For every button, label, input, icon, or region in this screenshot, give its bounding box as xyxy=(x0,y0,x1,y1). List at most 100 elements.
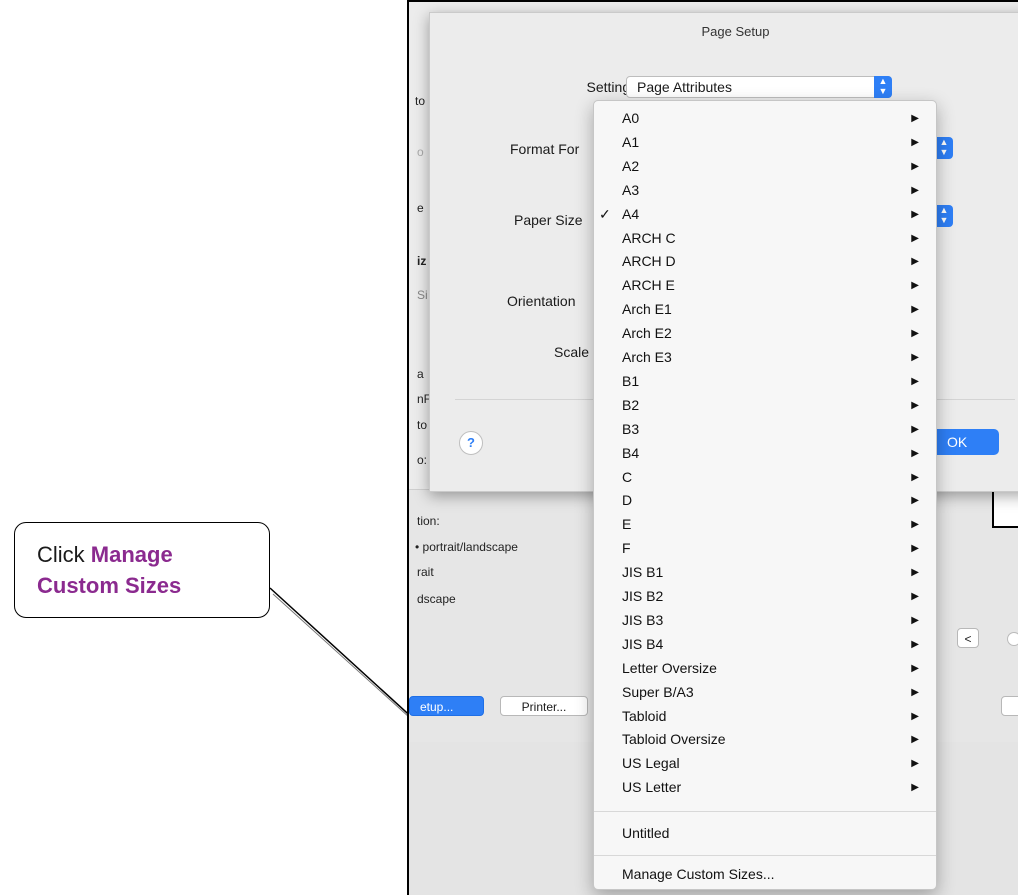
menu-item-label: C xyxy=(622,468,633,485)
submenu-arrow-icon: ▶ xyxy=(911,256,919,268)
menu-item-arch-d[interactable]: ARCH D ▶ xyxy=(594,250,936,273)
menu-item-tabloid-oversize[interactable]: Tabloid Oversize ▶ xyxy=(594,728,936,751)
menu-item-jis-b1[interactable]: JIS B1 ▶ xyxy=(594,561,936,584)
printer-button[interactable]: Printer... xyxy=(500,696,588,716)
menu-item-super-b-a3[interactable]: Super B/A3 ▶ xyxy=(594,681,936,704)
menu-item-label: Tabloid Oversize xyxy=(622,731,726,748)
submenu-arrow-icon: ▶ xyxy=(911,113,919,124)
menu-item-arch-c[interactable]: ARCH C ▶ xyxy=(594,227,936,250)
menu-item-label: A1 xyxy=(622,133,640,150)
menu-item-label: JIS B2 xyxy=(622,588,664,604)
menu-item-arch-e3[interactable]: Arch E3 ▶ xyxy=(594,346,936,369)
menu-item-jis-b4[interactable]: JIS B4 ▶ xyxy=(594,633,936,656)
submenu-arrow-icon: ▶ xyxy=(911,447,919,459)
menu-item-label: Untitled xyxy=(622,825,670,841)
menu-item-label: JIS B4 xyxy=(622,635,664,652)
menu-item-a1[interactable]: A1 ▶ xyxy=(594,131,936,154)
submenu-arrow-icon: ▶ xyxy=(911,160,919,172)
submenu-arrow-icon: ▶ xyxy=(911,304,919,316)
menu-item-arch-e[interactable]: ARCH E ▶ xyxy=(594,274,936,297)
menu-item-label: F xyxy=(622,540,631,557)
menu-item-label: B1 xyxy=(622,372,640,389)
submenu-arrow-icon: ▶ xyxy=(911,495,919,507)
submenu-arrow-icon: ▶ xyxy=(911,208,919,220)
menu-item-d[interactable]: D ▶ xyxy=(594,489,936,512)
submenu-arrow-icon: ▶ xyxy=(911,280,919,292)
menu-item-arch-e1[interactable]: Arch E1 ▶ xyxy=(594,298,936,321)
menu-item-e[interactable]: E ▶ xyxy=(594,513,936,536)
paper-size-label: Paper Size xyxy=(514,212,583,228)
paper-size-stepper-icon[interactable]: ▲ ▼ xyxy=(935,205,953,227)
page-setup-button[interactable]: etup... xyxy=(409,696,484,716)
menu-item-a0[interactable]: A0 ▶ xyxy=(594,107,936,130)
menu-item-label: US Letter xyxy=(622,779,682,796)
menu-item-jis-b2[interactable]: JIS B2 ▶ xyxy=(594,585,936,608)
menu-item-jis-b3[interactable]: JIS B3 ▶ xyxy=(594,609,936,632)
menu-item-tabloid[interactable]: Tabloid ▶ xyxy=(594,705,936,728)
menu-item-b2[interactable]: B2 ▶ xyxy=(594,394,936,417)
menu-item-b1[interactable]: B1 ▶ xyxy=(594,370,936,393)
cancel-button-edge[interactable] xyxy=(1001,696,1018,716)
settings-popup[interactable]: Page Attributes ▲ ▼ xyxy=(626,76,892,98)
menu-item-label: ARCH E xyxy=(622,277,675,294)
menu-item-label: JIS B1 xyxy=(622,564,664,581)
menu-separator xyxy=(594,811,936,812)
menu-item-b4[interactable]: B4 ▶ xyxy=(594,442,936,465)
menu-item-label: Arch E1 xyxy=(622,301,672,318)
submenu-arrow-icon: ▶ xyxy=(911,662,919,674)
submenu-arrow-icon: ▶ xyxy=(911,232,919,244)
landscape-option[interactable]: dscape xyxy=(417,592,456,606)
submenu-arrow-icon: ▶ xyxy=(911,184,919,196)
help-button[interactable]: ? xyxy=(459,431,483,455)
submenu-arrow-icon: ▶ xyxy=(911,543,919,555)
submenu-arrow-icon: ▶ xyxy=(911,375,919,387)
menu-item-untitled[interactable]: Untitled xyxy=(594,822,936,845)
submenu-arrow-icon: ▶ xyxy=(911,519,919,531)
checkmark-icon: ✓ xyxy=(599,205,611,222)
format-for-label: Format For xyxy=(510,141,580,157)
bg-fragment: o: xyxy=(417,453,428,467)
menu-item-us-letter[interactable]: US Letter ▶ xyxy=(594,776,936,799)
menu-item-label: B4 xyxy=(622,444,640,461)
menu-item-label: A0 xyxy=(622,110,640,126)
submenu-arrow-icon: ▶ xyxy=(911,734,919,746)
menu-item-a2[interactable]: A2 ▶ xyxy=(594,155,936,178)
menu-item-manage-custom-sizes[interactable]: Manage Custom Sizes... xyxy=(594,863,936,886)
bg-fragment: o xyxy=(417,145,424,159)
paper-size-menu: A0 ▶ A1 ▶ A2 ▶ A3 ▶ ✓ A4 ▶ ARCH C ▶ ARCH D ▶ ARCH E ▶ Arc… xyxy=(593,100,937,890)
menu-item-label: Tabloid xyxy=(622,707,667,724)
portrait-option[interactable]: rait xyxy=(417,565,434,579)
format-for-stepper-icon[interactable]: ▲ ▼ xyxy=(935,137,953,159)
auto-orientation-option[interactable]: • portrait/landscape xyxy=(415,540,518,554)
menu-item-f[interactable]: F ▶ xyxy=(594,537,936,560)
menu-item-label: Arch E3 xyxy=(622,349,672,365)
menu-item-label: A4 xyxy=(622,205,640,222)
menu-item-us-legal[interactable]: US Legal ▶ xyxy=(594,752,936,775)
submenu-arrow-icon: ▶ xyxy=(911,638,919,650)
nav-prev-button[interactable]: < xyxy=(957,628,979,648)
bg-fragment: e xyxy=(417,201,424,215)
submenu-arrow-icon: ▶ xyxy=(911,328,919,340)
menu-item-letter-oversize[interactable]: Letter Oversize ▶ xyxy=(594,657,936,680)
menu-item-label: Letter Oversize xyxy=(622,659,717,676)
menu-item-c[interactable]: C ▶ xyxy=(594,466,936,489)
menu-item-label: B3 xyxy=(622,420,640,437)
submenu-arrow-icon: ▶ xyxy=(911,614,919,626)
submenu-arrow-icon: ▶ xyxy=(911,758,919,770)
menu-item-a4[interactable]: ✓ A4 ▶ xyxy=(594,203,936,226)
menu-item-label: E xyxy=(622,516,632,533)
submenu-arrow-icon: ▶ xyxy=(911,710,919,722)
submenu-arrow-icon: ▶ xyxy=(911,399,919,411)
menu-item-arch-e2[interactable]: Arch E2 ▶ xyxy=(594,322,936,345)
menu-item-label: ARCH D xyxy=(622,253,676,270)
menu-item-label: Arch E2 xyxy=(622,325,672,342)
bg-fragment: a xyxy=(417,367,424,381)
submenu-arrow-icon: ▶ xyxy=(911,591,919,602)
submenu-arrow-icon: ▶ xyxy=(911,471,919,483)
menu-item-b3[interactable]: B3 ▶ xyxy=(594,418,936,441)
menu-item-a3[interactable]: A3 ▶ xyxy=(594,179,936,202)
settings-value: Page Attributes xyxy=(637,79,732,95)
submenu-arrow-icon: ▶ xyxy=(911,782,919,794)
bg-fragment: Si xyxy=(417,288,428,302)
radio-button[interactable] xyxy=(1007,632,1018,646)
